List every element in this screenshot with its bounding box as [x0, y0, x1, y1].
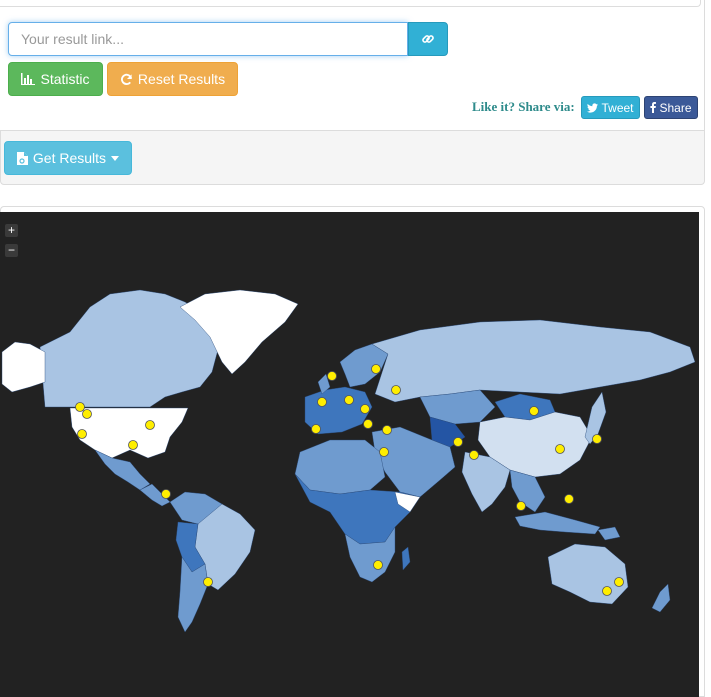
country-mexico[interactable] [94, 449, 151, 491]
refresh-icon [120, 73, 132, 85]
marker[interactable] [469, 450, 479, 460]
marker[interactable] [161, 489, 171, 499]
marker[interactable] [145, 420, 155, 430]
country-indonesia[interactable] [514, 511, 601, 535]
result-link-input[interactable] [8, 22, 408, 56]
twitter-icon [587, 102, 599, 113]
marker[interactable] [373, 560, 383, 570]
file-icon [16, 151, 28, 165]
share-label: Like it? Share via: [472, 99, 575, 114]
country-papua[interactable] [597, 526, 621, 541]
reset-results-button[interactable]: Reset Results [107, 62, 238, 96]
marker[interactable] [82, 409, 92, 419]
world-map-svg [1, 289, 696, 633]
marker[interactable] [529, 406, 539, 416]
country-australia[interactable] [547, 543, 629, 605]
marker[interactable] [391, 385, 401, 395]
facebook-icon [650, 102, 657, 113]
bar-chart-icon [21, 73, 36, 85]
share-button-label: Share [659, 100, 692, 115]
caret-down-icon [111, 155, 120, 161]
marker[interactable] [344, 395, 354, 405]
country-north-africa[interactable] [294, 439, 386, 495]
marker[interactable] [360, 404, 370, 414]
marker[interactable] [317, 397, 327, 407]
facebook-share-button[interactable]: Share [644, 96, 698, 119]
marker[interactable] [77, 429, 87, 439]
marker[interactable] [379, 447, 389, 457]
marker[interactable] [327, 371, 337, 381]
statistic-button[interactable]: Statistic [8, 62, 103, 96]
marker[interactable] [382, 425, 392, 435]
country-alaska[interactable] [1, 341, 46, 393]
marker[interactable] [602, 586, 612, 596]
zoom-out-button[interactable]: − [5, 244, 18, 257]
marker[interactable] [592, 434, 602, 444]
get-results-button-label: Get Results [32, 150, 107, 166]
result-link-group [8, 22, 448, 56]
marker[interactable] [516, 501, 526, 511]
marker[interactable] [453, 437, 463, 447]
marker[interactable] [75, 402, 85, 412]
marker[interactable] [363, 419, 373, 429]
reset-results-button-label: Reset Results [137, 71, 226, 87]
marker[interactable] [614, 577, 624, 587]
get-results-button[interactable]: Get Results [4, 141, 132, 175]
statistic-button-label: Statistic [40, 71, 90, 87]
marker[interactable] [555, 444, 565, 454]
tweet-button-label: Tweet [601, 100, 634, 115]
country-madagascar[interactable] [401, 546, 411, 571]
marker[interactable] [371, 364, 381, 374]
marker[interactable] [311, 424, 321, 434]
marker[interactable] [203, 577, 213, 587]
marker[interactable] [564, 494, 574, 504]
marker[interactable] [128, 440, 138, 450]
link-icon [422, 35, 434, 43]
zoom-in-button[interactable]: + [5, 224, 18, 237]
world-map[interactable]: + − [0, 212, 699, 697]
country-new-zealand[interactable] [651, 583, 671, 613]
tweet-button[interactable]: Tweet [581, 96, 640, 119]
country-russia[interactable] [371, 319, 696, 403]
link-button[interactable] [408, 22, 448, 56]
